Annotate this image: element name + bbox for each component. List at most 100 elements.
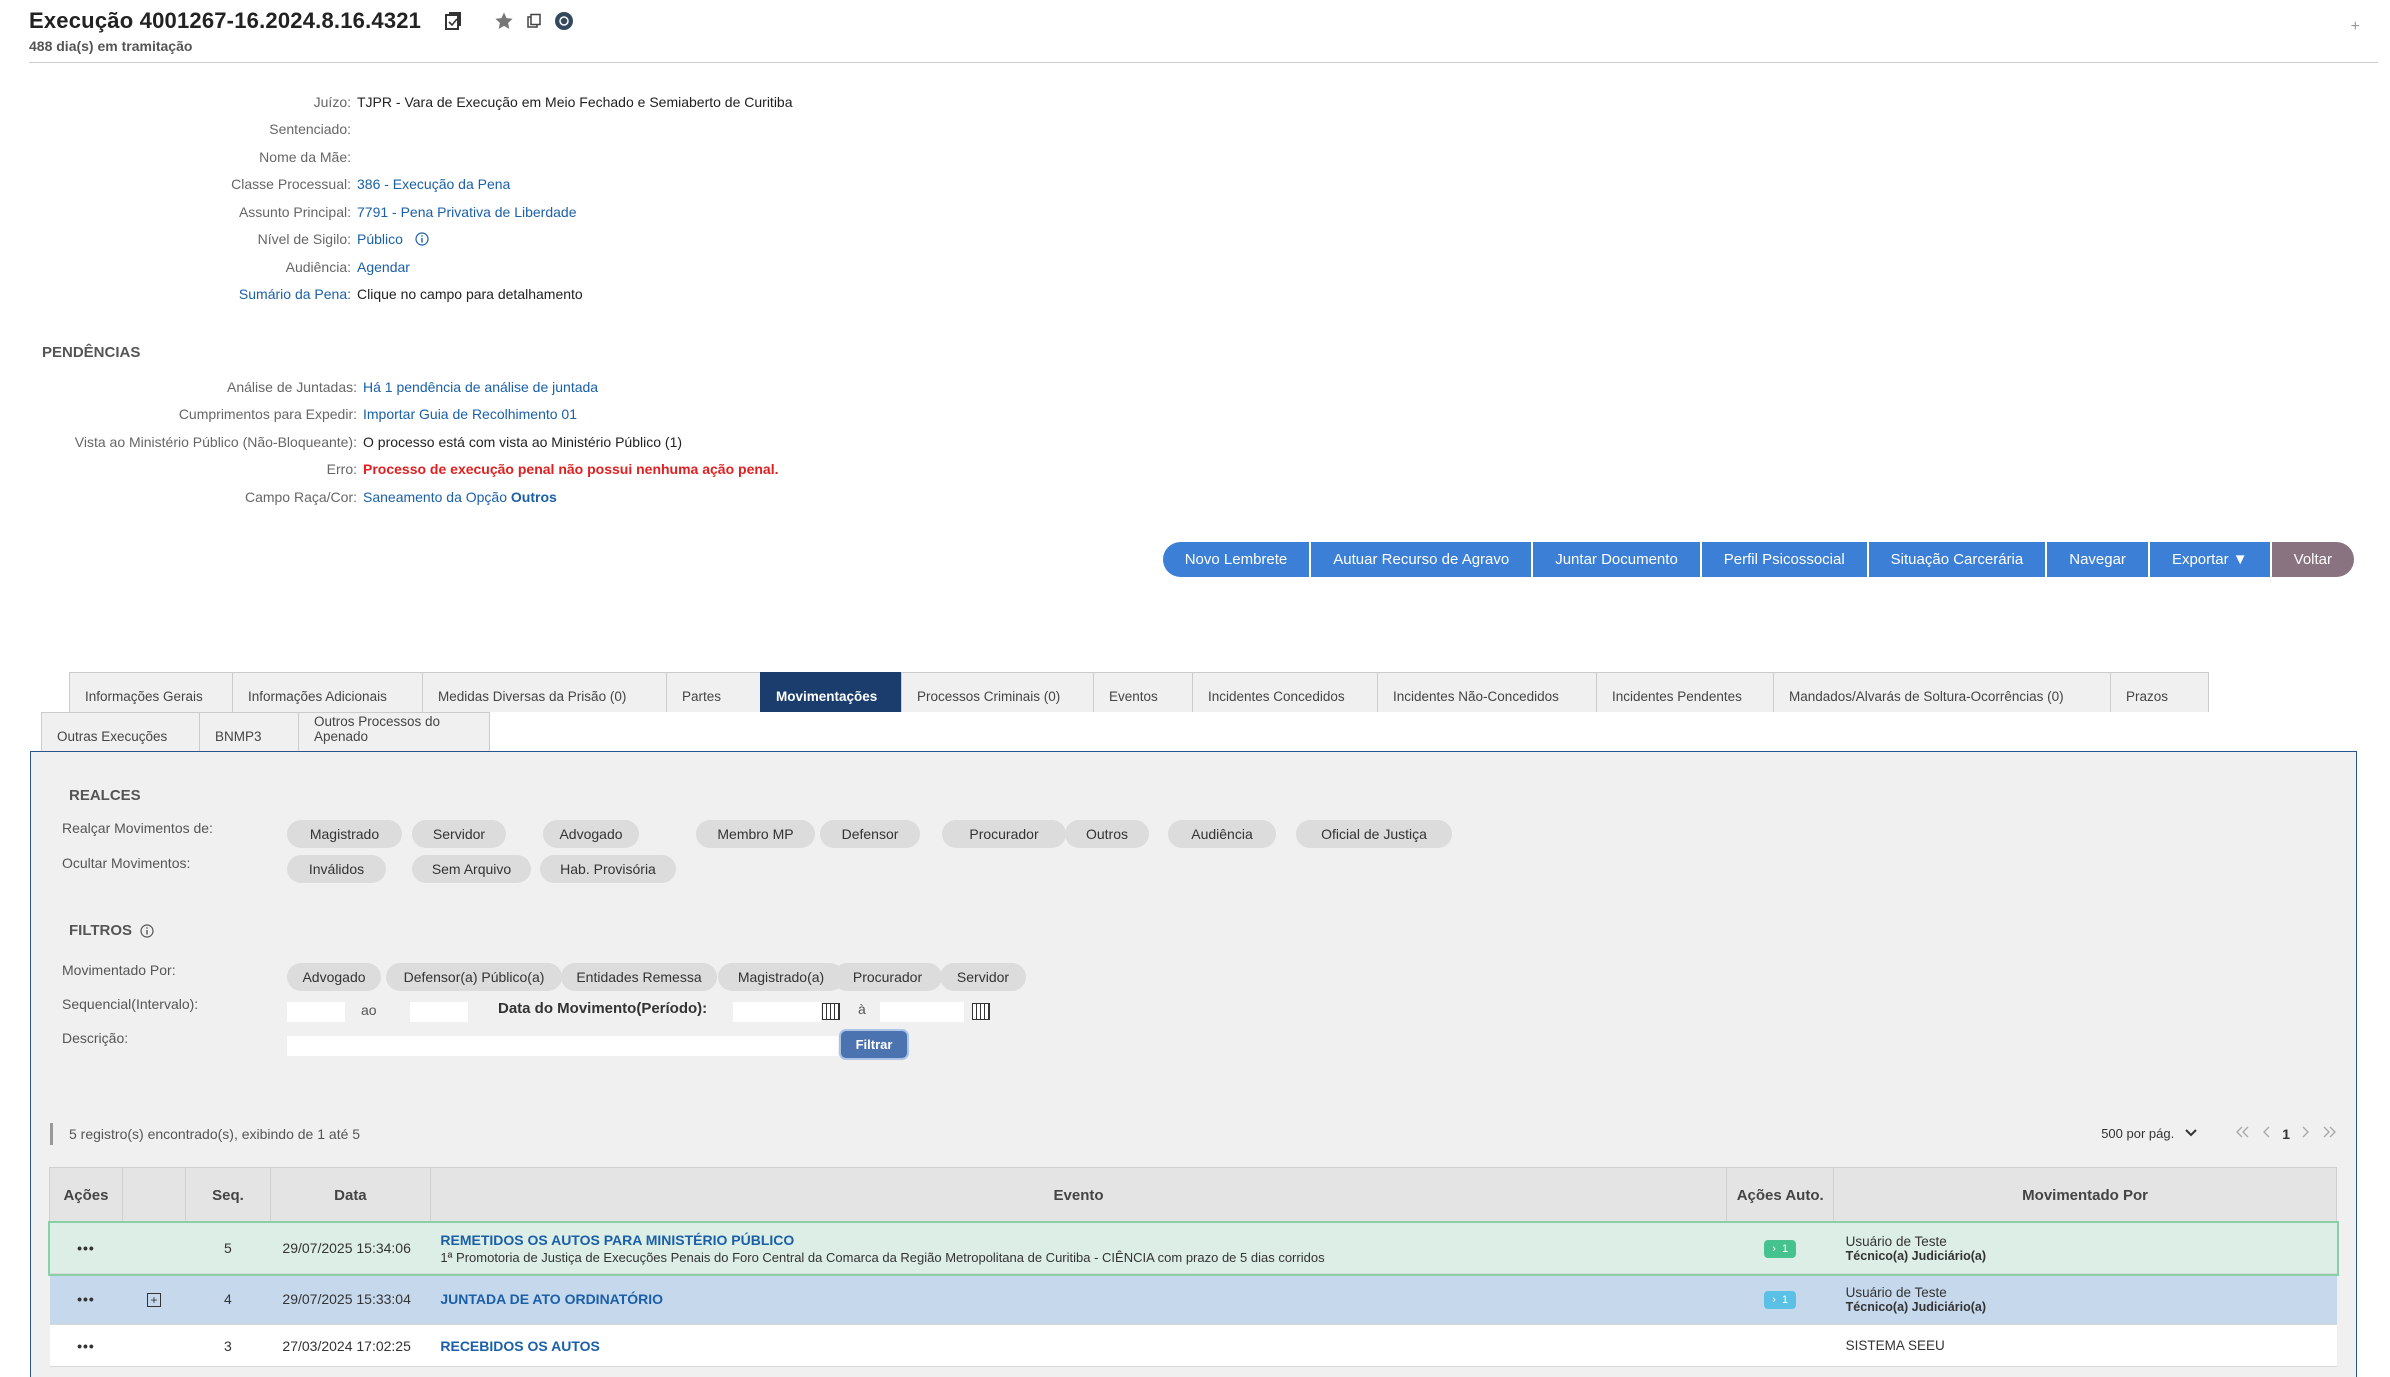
- tab-incidentes-concedidos[interactable]: Incidentes Concedidos: [1192, 672, 1378, 712]
- calendar-icon[interactable]: [822, 1003, 840, 1020]
- data-fim-input[interactable]: [880, 1002, 964, 1022]
- duplicate-icon[interactable]: [526, 13, 542, 34]
- event-link[interactable]: REMETIDOS OS AUTOS PARA MINISTÉRIO PÚBLI…: [440, 1232, 1725, 1248]
- navegar-button[interactable]: Navegar: [2047, 542, 2148, 577]
- tab-mandados-alvaras[interactable]: Mandados/Alvarás de Soltura-Ocorrências …: [1773, 672, 2111, 712]
- col-blank: [121, 1167, 186, 1223]
- header-icons: [442, 10, 574, 37]
- per-page-select[interactable]: 500 por pág.: [2101, 1126, 2174, 1141]
- chevron-down-icon[interactable]: [2184, 1126, 2198, 1141]
- last-page-icon[interactable]: [2320, 1125, 2338, 1142]
- tab-outros-processos[interactable]: Outros Processos do Apenado: [298, 712, 490, 752]
- filtro-advogado-chip[interactable]: Advogado: [287, 963, 381, 991]
- tab-incidentes-pendentes[interactable]: Incidentes Pendentes: [1596, 672, 1774, 712]
- table-row[interactable]: ••• 5 29/07/2025 15:34:06 REMETIDOS OS A…: [47, 1220, 2339, 1276]
- tab-partes[interactable]: Partes: [666, 672, 761, 712]
- header-divider: [29, 62, 2378, 63]
- info-icon[interactable]: [415, 232, 429, 246]
- sumario-label[interactable]: Sumário da Pena:: [0, 286, 357, 302]
- row-actions-menu[interactable]: •••: [49, 1222, 123, 1274]
- data-movimento-label: Data do Movimento(Período):: [498, 1000, 708, 1017]
- col-evento[interactable]: Evento: [429, 1167, 1728, 1223]
- tab-eventos[interactable]: Eventos: [1093, 672, 1193, 712]
- expand-row-icon[interactable]: +: [146, 1293, 161, 1307]
- realce-magistrado-chip[interactable]: Magistrado: [287, 820, 402, 848]
- realce-procurador-chip[interactable]: Procurador: [942, 820, 1066, 848]
- prev-page-icon[interactable]: [2262, 1125, 2272, 1142]
- action-bar: Novo Lembrete Autuar Recurso de Agravo J…: [1162, 542, 2354, 577]
- tab-medidas-diversas[interactable]: Medidas Diversas da Prisão (0): [422, 672, 667, 712]
- perfil-psicossocial-button[interactable]: Perfil Psicossocial: [1701, 542, 1867, 577]
- acoes-auto-badge[interactable]: › 1: [1764, 1239, 1797, 1258]
- descricao-label: Descrição:: [62, 1030, 129, 1046]
- exportar-button[interactable]: Exportar ▼: [2149, 542, 2270, 577]
- chevron-right-icon: ›: [1772, 1293, 1776, 1306]
- info-row-nome-mae: Nome da Mãe:: [259, 148, 351, 165]
- audiencia-link[interactable]: Agendar: [357, 259, 410, 275]
- col-acoes-auto: Ações Auto.: [1726, 1167, 1835, 1223]
- tab-processos-criminais[interactable]: Processos Criminais (0): [901, 672, 1094, 712]
- event-link[interactable]: RECEBIDOS OS AUTOS: [440, 1338, 1725, 1354]
- juntar-documento-button[interactable]: Juntar Documento: [1533, 542, 1700, 577]
- row-actions-menu[interactable]: •••: [49, 1273, 123, 1325]
- tab-informacoes-adicionais[interactable]: Informações Adicionais: [232, 672, 423, 712]
- sigilo-link[interactable]: Público: [357, 231, 403, 247]
- next-page-icon[interactable]: [2300, 1125, 2310, 1142]
- filtro-servidor-chip[interactable]: Servidor: [940, 963, 1026, 991]
- row-actions-menu[interactable]: •••: [49, 1324, 123, 1367]
- realce-audiencia-chip[interactable]: Audiência: [1168, 820, 1276, 848]
- novo-lembrete-button[interactable]: Novo Lembrete: [1162, 542, 1310, 577]
- filtro-magistrado-chip[interactable]: Magistrado(a): [718, 963, 844, 991]
- tab-bnmp3[interactable]: BNMP3: [199, 712, 299, 752]
- tab-outras-execucoes[interactable]: Outras Execuções: [41, 712, 200, 752]
- expand-icon[interactable]: +: [2351, 18, 2360, 36]
- star-icon[interactable]: [494, 11, 514, 36]
- situacao-carceraria-button[interactable]: Situação Carcerária: [1868, 542, 2046, 577]
- info-icon[interactable]: [140, 923, 154, 938]
- calendar-icon[interactable]: [972, 1003, 990, 1020]
- assunto-link[interactable]: 7791 - Pena Privativa de Liberdade: [357, 204, 576, 220]
- event-link[interactable]: JUNTADA DE ATO ORDINATÓRIO: [440, 1291, 1725, 1307]
- realce-servidor-chip[interactable]: Servidor: [412, 820, 506, 848]
- ocultar-hab-provisoria-chip[interactable]: Hab. Provisória: [540, 855, 676, 883]
- filtrar-button[interactable]: Filtrar: [841, 1031, 907, 1058]
- ocultar-sem-arquivo-chip[interactable]: Sem Arquivo: [412, 855, 531, 883]
- realce-defensor-chip[interactable]: Defensor: [820, 820, 920, 848]
- sequencial-inicio-input[interactable]: [287, 1002, 345, 1022]
- tab-incidentes-nao-concedidos[interactable]: Incidentes Não-Concedidos: [1377, 672, 1597, 712]
- realce-oficial-justica-chip[interactable]: Oficial de Justiça: [1296, 820, 1452, 848]
- filtro-entidades-remessa-chip[interactable]: Entidades Remessa: [561, 963, 717, 991]
- sequencial-fim-input[interactable]: [410, 1002, 468, 1022]
- page-subtitle: 488 dia(s) em tramitação: [29, 38, 193, 54]
- tab-movimentacoes[interactable]: Movimentações: [760, 672, 902, 712]
- col-seq[interactable]: Seq.: [184, 1167, 271, 1223]
- info-row-sumario: Sumário da Pena: Clique no campo para det…: [0, 281, 793, 309]
- realce-outros-chip[interactable]: Outros: [1065, 820, 1149, 848]
- movimentado-por-label: Movimentado Por:: [62, 962, 176, 978]
- table-row[interactable]: ••• 3 27/03/2024 17:02:25 RECEBIDOS OS A…: [49, 1324, 2337, 1367]
- realce-advogado-chip[interactable]: Advogado: [543, 820, 639, 848]
- classe-link[interactable]: 386 - Execução da Pena: [357, 176, 510, 192]
- tab-informacoes-gerais[interactable]: Informações Gerais: [69, 672, 233, 712]
- realce-membro-mp-chip[interactable]: Membro MP: [696, 820, 815, 848]
- table-header: Ações Seq. Data Evento Ações Auto. Movim…: [49, 1167, 2337, 1223]
- info-row-sentenciado: Sentenciado:: [269, 121, 351, 138]
- filtro-procurador-chip[interactable]: Procurador: [833, 963, 942, 991]
- ocultar-invalidos-chip[interactable]: Inválidos: [287, 855, 386, 883]
- autuar-recurso-button[interactable]: Autuar Recurso de Agravo: [1311, 542, 1532, 577]
- data-inicio-input[interactable]: [733, 1002, 821, 1022]
- acoes-auto-badge[interactable]: › 1: [1764, 1290, 1797, 1309]
- error-message: Processo de execução penal não possui ne…: [363, 461, 779, 478]
- col-data[interactable]: Data: [269, 1167, 431, 1223]
- voltar-button[interactable]: Voltar: [2271, 542, 2354, 577]
- process-info: Juízo: TJPR - Vara de Execução em Meio Fe…: [0, 88, 793, 309]
- filtro-defensor-chip[interactable]: Defensor(a) Público(a): [386, 963, 562, 991]
- tab-prazos[interactable]: Prazos: [2110, 672, 2209, 712]
- table-row[interactable]: ••• + 4 29/07/2025 15:33:04 JUNTADA DE A…: [49, 1273, 2337, 1325]
- copy-icon[interactable]: [442, 10, 464, 37]
- record-icon[interactable]: [554, 11, 574, 36]
- first-page-icon[interactable]: [2234, 1125, 2252, 1142]
- col-movimentado-por[interactable]: Movimentado Por: [1833, 1167, 2337, 1223]
- sequencial-label: Sequencial(Intervalo):: [62, 996, 199, 1012]
- descricao-input[interactable]: [287, 1036, 838, 1056]
